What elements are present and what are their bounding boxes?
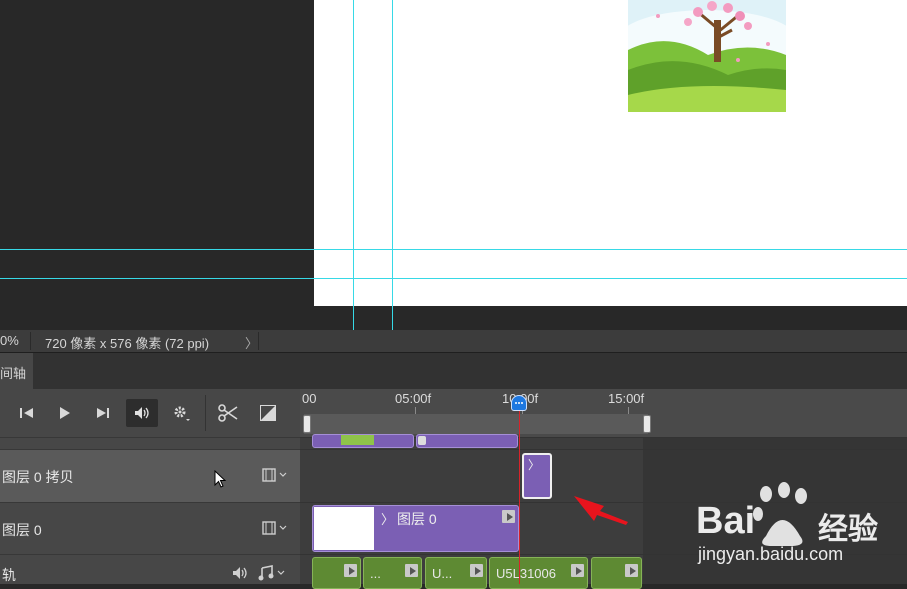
selected-video-clip[interactable]: 〉 — [522, 453, 552, 499]
watermark-url: jingyan.baidu.com — [698, 544, 844, 564]
track-row-partial — [300, 434, 907, 449]
video-clip[interactable] — [416, 434, 518, 448]
go-to-first-frame-icon[interactable] — [12, 399, 42, 427]
panel-tab-bar: 间轴 — [0, 353, 907, 389]
timeline-controls — [0, 389, 300, 437]
clip-thumbnail — [314, 507, 374, 550]
audio-clip-options-icon[interactable] — [344, 564, 357, 577]
watermark-brand-left: Bai — [696, 500, 756, 542]
settings-icon[interactable] — [166, 399, 196, 427]
clip-options-icon[interactable] — [502, 510, 515, 523]
zoom-level[interactable]: 0% — [0, 333, 19, 348]
audio-clip[interactable] — [312, 557, 361, 589]
audio-clip-label: U... — [432, 566, 453, 581]
clip-expand-arrow-icon[interactable]: 〉 — [528, 456, 540, 473]
document-info: 720 像素 x 576 像素 (72 ppi) — [45, 336, 210, 351]
film-strip-icon[interactable] — [262, 520, 290, 539]
go-to-next-frame-icon[interactable] — [88, 399, 118, 427]
transition-icon[interactable] — [253, 399, 283, 427]
audio-icon[interactable] — [126, 399, 158, 427]
audio-clip[interactable]: ... — [363, 557, 422, 589]
layer-row-layer-0[interactable]: 图层 0 — [0, 502, 300, 554]
audio-clip-label: U5L31006 — [496, 566, 556, 581]
film-strip-icon[interactable] — [262, 467, 290, 486]
layer-name: 轨 — [2, 567, 16, 583]
audio-clip-options-icon[interactable] — [470, 564, 483, 577]
video-clip[interactable] — [312, 434, 414, 448]
music-note-icon[interactable] — [258, 565, 288, 584]
audio-clip-options-icon[interactable] — [405, 564, 418, 577]
ruler-label: 15:00f — [608, 391, 645, 406]
video-clip-layer-0[interactable]: 〉 图层 0 — [312, 505, 519, 552]
tab-timeline-label: 间轴 — [0, 366, 27, 381]
layer-name: 图层 0 — [2, 522, 42, 538]
clip-expand-arrow-icon[interactable]: 〉 — [381, 509, 394, 528]
horizontal-guide[interactable] — [0, 249, 907, 250]
tab-timeline[interactable]: 间轴 — [0, 353, 33, 389]
document-canvas[interactable] — [314, 0, 907, 306]
status-bar: 0% 720 像素 x 576 像素 (72 ppi) 〉 — [0, 330, 907, 353]
status-menu-arrow-icon[interactable]: 〉 — [245, 333, 258, 352]
watermark-brand-right: 经验 — [818, 513, 878, 546]
playhead-handle[interactable] — [511, 395, 527, 411]
layer-row-layer-0-copy[interactable]: 图层 0 拷贝 — [0, 449, 300, 502]
split-clip-icon[interactable] — [213, 399, 243, 427]
mouse-cursor-icon — [214, 469, 227, 491]
annotation-arrow — [574, 496, 628, 525]
image-thumbnail — [628, 0, 786, 112]
clip-label: 图层 0 — [397, 511, 437, 527]
ruler-label: 00 — [302, 391, 317, 406]
layer-name: 图层 0 拷贝 — [2, 469, 74, 485]
playhead-line[interactable] — [519, 404, 520, 584]
layer-row-partial[interactable] — [0, 437, 300, 449]
layer-row-audio-track[interactable]: 轨 — [0, 554, 300, 584]
ruler-label: 05:00f — [395, 391, 432, 406]
work-area-bar[interactable] — [304, 414, 648, 434]
audio-mute-icon[interactable] — [232, 566, 248, 583]
time-ruler[interactable]: 00 05:00f 10:00f 15:00f — [300, 389, 907, 437]
audio-clip[interactable]: U... — [425, 557, 487, 589]
work-area-end-handle[interactable] — [643, 415, 651, 433]
audio-clip-label: ... — [370, 566, 381, 581]
baidu-jingyan-watermark: Bai 经验 jingyan.baidu.com — [690, 480, 907, 570]
work-area-start-handle[interactable] — [303, 415, 311, 433]
vertical-guide[interactable] — [353, 0, 354, 330]
play-icon[interactable] — [50, 399, 80, 427]
vertical-guide[interactable] — [392, 0, 393, 330]
horizontal-guide[interactable] — [0, 278, 907, 279]
